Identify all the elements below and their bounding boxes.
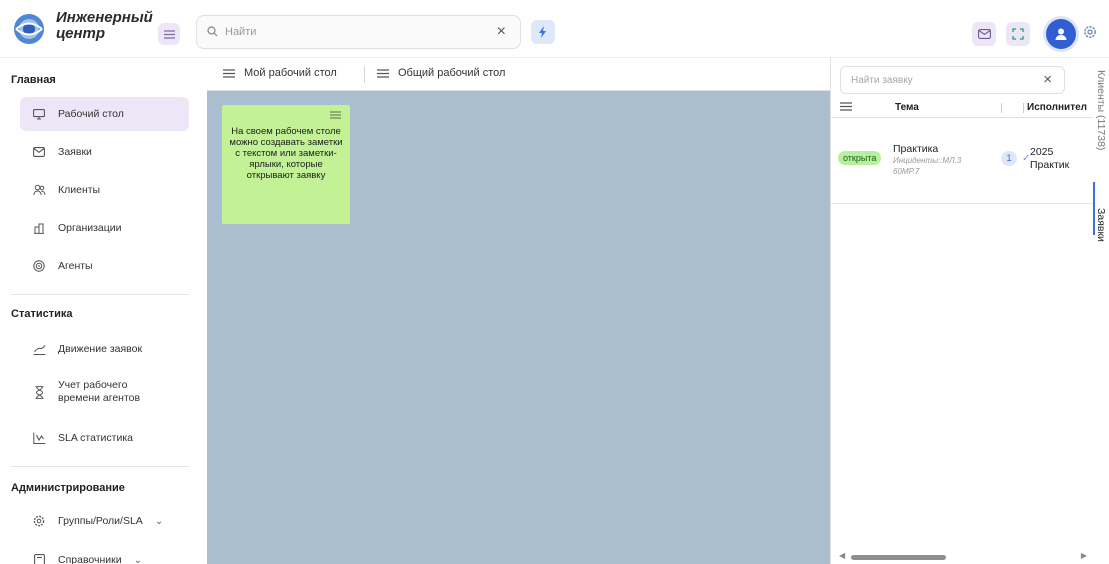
hourglass-icon bbox=[35, 385, 43, 399]
tab-my-desk[interactable]: Мой рабочий стол bbox=[223, 67, 337, 79]
divider bbox=[11, 294, 189, 295]
scrollbar-thumb[interactable] bbox=[851, 555, 946, 560]
tab-label: Мой рабочий стол bbox=[244, 67, 337, 79]
ticket-category: Инциденты::МЛ.360МР.7 bbox=[893, 156, 962, 176]
ticket-executor: Практик bbox=[1030, 159, 1070, 171]
logo-icon[interactable] bbox=[12, 12, 46, 46]
chart-icon bbox=[33, 344, 45, 355]
sidebar-item-label: Заявки bbox=[58, 145, 92, 158]
chevron-down-icon[interactable]: ⌄ bbox=[134, 555, 142, 564]
message-count-badge: 1 bbox=[1001, 151, 1017, 166]
mail-button[interactable] bbox=[972, 22, 996, 46]
user-icon bbox=[1055, 28, 1067, 40]
mail-icon bbox=[977, 29, 991, 39]
clients-icon bbox=[32, 184, 45, 196]
tab-label: Общий рабочий стол bbox=[398, 67, 506, 79]
column-header-executor[interactable]: Исполнител bbox=[1027, 102, 1091, 113]
sidebar-item-label: Справочники bbox=[58, 553, 122, 564]
menu-icon bbox=[377, 68, 389, 78]
sidebar-item-label: SLA статистика bbox=[58, 431, 133, 444]
column-divider bbox=[1001, 103, 1002, 113]
ticket-title: Практика bbox=[893, 143, 939, 155]
sticky-note-text: На своем рабочем столе можно создавать з… bbox=[229, 126, 343, 181]
sidebar-item-label: Рабочий стол bbox=[58, 107, 124, 120]
agents-icon bbox=[33, 260, 45, 272]
sidebar-item-clients[interactable]: Клиенты bbox=[20, 173, 189, 207]
sidebar-item-label: Агенты bbox=[58, 259, 93, 272]
note-menu-icon[interactable] bbox=[330, 111, 341, 119]
ticket-date: 2025 bbox=[1030, 146, 1054, 158]
tab-clients[interactable]: Клиенты (11738) bbox=[1095, 70, 1107, 150]
sidebar-item-sla-stats[interactable]: SLA статистика bbox=[20, 421, 189, 455]
menu-toggle-button[interactable] bbox=[158, 23, 180, 45]
gear-icon[interactable] bbox=[1083, 25, 1097, 39]
section-title-administration: Администрирование bbox=[11, 482, 125, 494]
sidebar-item-label: Клиенты bbox=[58, 183, 101, 196]
sidebar-item-directories[interactable]: Справочники ⌄ bbox=[20, 543, 189, 564]
column-header-subject[interactable]: Тема bbox=[895, 102, 919, 113]
ticket-search-input[interactable]: Найти заявку × bbox=[840, 66, 1065, 94]
sidebar-item-agents[interactable]: Агенты bbox=[20, 249, 189, 283]
app-name-line2: центр bbox=[56, 25, 106, 42]
menu-icon bbox=[223, 68, 235, 78]
divider bbox=[11, 466, 189, 467]
app-name: Инженерный центр bbox=[56, 10, 153, 42]
organization-icon bbox=[34, 223, 44, 234]
sidebar-item-label: Учет рабочего времени агентов bbox=[58, 379, 141, 404]
scroll-left-icon[interactable]: ◀ bbox=[839, 551, 845, 560]
ticket-date-executor: 2025 Практик bbox=[1030, 146, 1069, 172]
columns-menu-icon[interactable] bbox=[840, 102, 852, 111]
sidebar-item-organizations[interactable]: Организации bbox=[20, 211, 189, 245]
search-clear-icon[interactable]: × bbox=[497, 23, 506, 41]
app-name-line1: Инженерный bbox=[56, 9, 153, 26]
top-bar: Инженерный центр Найти × bbox=[0, 0, 1109, 58]
desktop-canvas[interactable]: На своем рабочем столе можно создавать з… bbox=[207, 91, 830, 564]
fullscreen-icon bbox=[1012, 28, 1024, 40]
menu-icon bbox=[163, 29, 175, 39]
sidebar-item-tickets[interactable]: Заявки bbox=[20, 135, 189, 169]
sidebar-item-ticket-flow[interactable]: Движение заявок bbox=[20, 332, 189, 366]
settings-icon bbox=[33, 515, 45, 527]
bolt-icon bbox=[539, 26, 546, 38]
quick-action-button[interactable] bbox=[531, 20, 555, 44]
sidebar-item-label: Организации bbox=[58, 221, 122, 234]
tickets-panel: Найти заявку × Тема Исполнител открыта П… bbox=[830, 58, 1094, 564]
sla-chart-icon bbox=[32, 432, 45, 444]
search-placeholder: Найти bbox=[225, 26, 257, 38]
ticket-search-clear-icon[interactable]: × bbox=[1043, 71, 1052, 88]
fullscreen-button[interactable] bbox=[1006, 22, 1030, 46]
sidebar-item-groups-roles-sla[interactable]: Группы/Роли/SLA ⌄ bbox=[20, 504, 189, 538]
sidebar-item-label: Группы/Роли/SLA bbox=[58, 514, 143, 527]
tab-divider bbox=[364, 66, 365, 83]
desk-tabs: Мой рабочий стол Общий рабочий стол bbox=[207, 58, 830, 91]
status-badge: открыта bbox=[838, 151, 882, 165]
section-title-statistics: Статистика bbox=[11, 308, 73, 320]
sticky-note[interactable]: На своем рабочем столе можно создавать з… bbox=[222, 105, 350, 224]
tab-shared-desk[interactable]: Общий рабочий стол bbox=[377, 67, 505, 79]
book-icon bbox=[33, 554, 45, 564]
column-divider bbox=[1023, 103, 1024, 113]
ticket-search-placeholder: Найти заявку bbox=[851, 75, 913, 86]
section-title-main: Главная bbox=[11, 74, 56, 86]
horizontal-scrollbar[interactable]: ◀ ▶ bbox=[839, 551, 1089, 562]
global-search-input[interactable]: Найти × bbox=[196, 15, 521, 49]
sidebar: Главная Рабочий стол Заявки Клиенты Орга… bbox=[0, 58, 207, 564]
vertical-tabs: Клиенты (11738) Заявки bbox=[1093, 58, 1109, 564]
sidebar-item-desktop[interactable]: Рабочий стол bbox=[20, 97, 189, 131]
desktop-icon bbox=[33, 108, 45, 120]
user-avatar[interactable] bbox=[1046, 19, 1076, 49]
chevron-down-icon[interactable]: ⌄ bbox=[155, 516, 163, 527]
ticket-table-header: Тема Исполнител bbox=[831, 98, 1094, 118]
table-row[interactable]: открыта Практика Инциденты::МЛ.360МР.7 1… bbox=[831, 118, 1094, 204]
sidebar-item-agent-time[interactable]: Учет рабочего времени агентов bbox=[20, 373, 189, 411]
tab-tickets[interactable]: Заявки bbox=[1095, 208, 1107, 242]
scroll-right-icon[interactable]: ▶ bbox=[1081, 551, 1087, 560]
search-icon bbox=[207, 26, 218, 37]
mail-icon bbox=[33, 147, 45, 157]
sidebar-item-label: Движение заявок bbox=[58, 342, 143, 355]
